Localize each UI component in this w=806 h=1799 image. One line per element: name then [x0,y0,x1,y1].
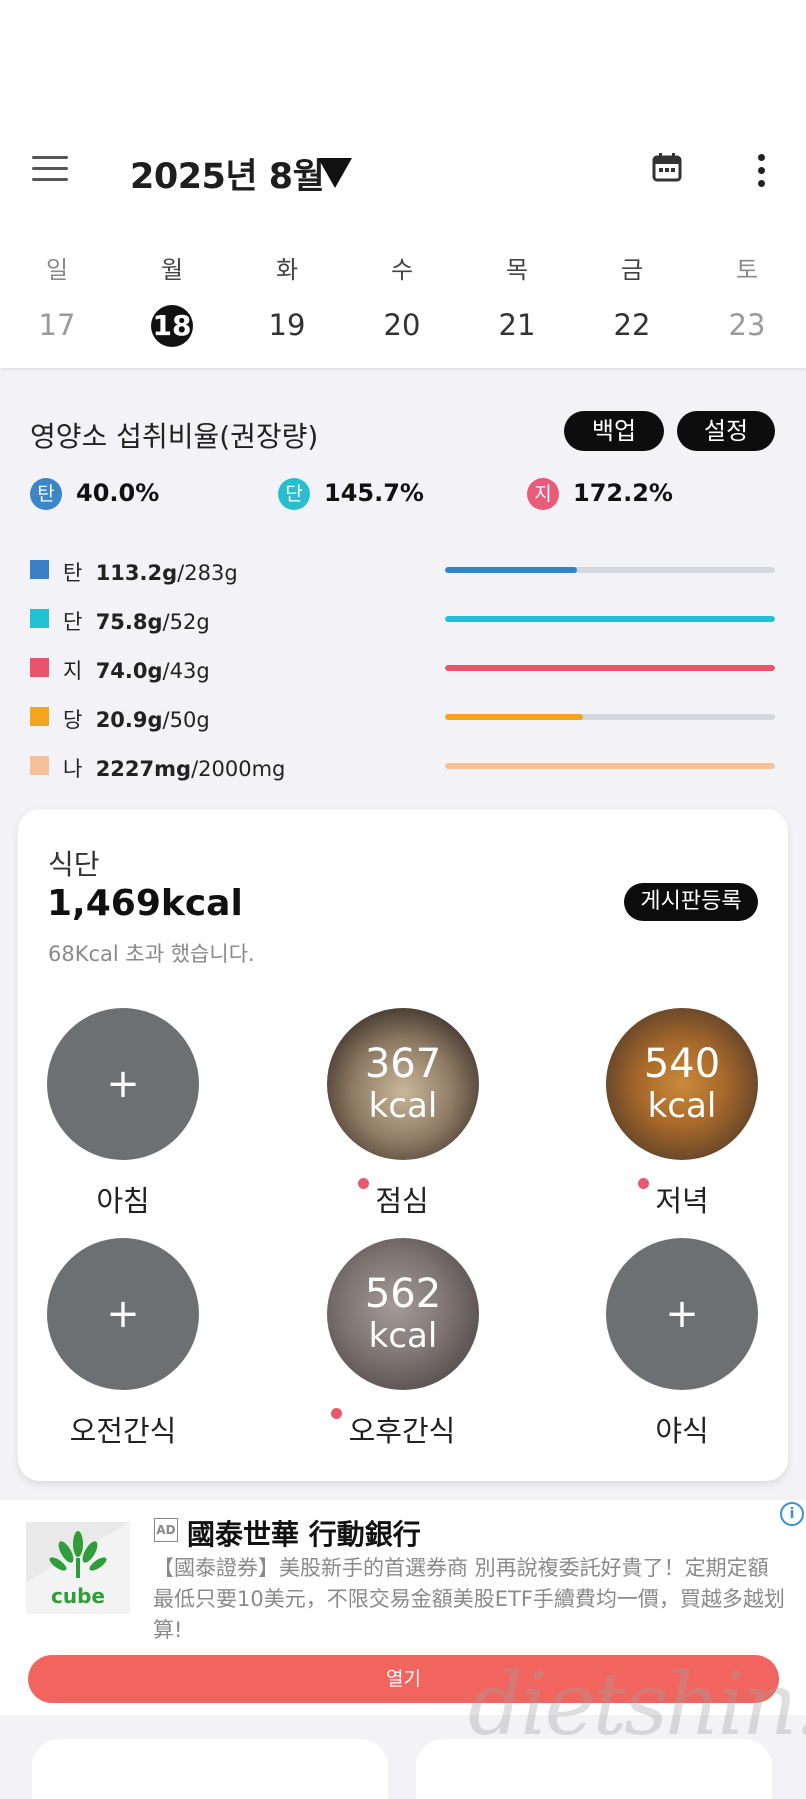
date-19[interactable]: 19 [257,308,317,342]
meal-label-late-snack: 야식 [655,1414,709,1448]
lunch-photo-button[interactable]: 367 kcal [327,1008,479,1160]
weekday-wed: 수 [390,256,414,284]
date-selected[interactable]: 18 [151,305,193,347]
settings-button[interactable]: 설정 [677,411,775,451]
lunch-kcal-value: 367 [364,1041,442,1087]
sugar-progress-fill [445,714,583,720]
date-22[interactable]: 22 [602,308,662,342]
bottom-card-left [32,1739,388,1799]
weekday-sun: 일 [45,256,69,284]
protein-progress-fill [445,616,775,622]
protein-color-square [30,609,49,628]
carb-row-label: 탄 113.2g/283g [63,561,238,585]
afternoon-snack-kcal-unit: kcal [368,1316,438,1356]
date-21[interactable]: 21 [487,308,547,342]
sugar-row-label: 당 20.9g/50g [63,708,210,732]
fat-color-square [30,658,49,677]
carb-ratio: 40.0% [76,479,160,507]
protein-ratio: 145.7% [324,479,424,507]
board-register-button[interactable]: 게시판등록 [624,883,758,921]
sugar-progress-bar [445,714,775,720]
sugar-color-square [30,707,49,726]
carb-badge: 탄 [30,478,62,510]
date-20[interactable]: 20 [372,308,432,342]
ad-body-text[interactable]: 【國泰證券】美股新手的首選券商 別再說複委託好貴了！定期定額最低只要10美元，不… [153,1553,785,1646]
ad-title[interactable]: 國泰世華 行動銀行 [187,1513,421,1553]
fat-badge: 지 [527,478,559,510]
lunch-kcal-unit: kcal [368,1086,438,1126]
protein-row-label: 단 75.8g/52g [63,610,210,634]
dinner-kcal-unit: kcal [647,1086,717,1126]
logo-text: cube [51,1584,105,1608]
nutrient-ratio-title: 영양소 섭취비율(권장량) [30,420,319,453]
calendar-icon[interactable] [652,152,682,182]
diet-total-kcal: 1,469kcal [47,883,243,924]
meal-label-morning-snack: 오전간식 [69,1414,177,1448]
carb-progress-fill [445,567,577,573]
carb-color-square [30,560,49,579]
cube-logo: cube [26,1522,130,1614]
plus-icon: + [106,1061,140,1107]
afternoon-snack-kcal-value: 562 [364,1271,442,1317]
fat-row-label: 지 74.0g/43g [63,659,210,683]
protein-badge: 단 [278,478,310,510]
plus-icon: + [665,1291,699,1337]
carb-progress-bar [445,567,775,573]
morning-snack-add-button[interactable]: + [47,1238,199,1390]
sodium-progress-bar [445,763,775,769]
date-23[interactable]: 23 [717,308,777,342]
meal-label-lunch: 점심 [375,1184,429,1218]
weekday-tue: 화 [275,256,299,284]
diet-title: 식단 [48,848,100,881]
info-icon[interactable]: i [780,1502,804,1526]
meal-label-afternoon-snack: 오후간식 [348,1414,456,1448]
sodium-row-label: 나 2227mg/2000mg [63,757,286,781]
fat-ratio: 172.2% [573,479,673,507]
breakfast-add-button[interactable]: + [47,1008,199,1160]
weekday-fri: 금 [620,256,644,284]
date-17[interactable]: 17 [27,308,87,342]
ad-label-badge: AD [154,1518,178,1542]
hamburger-menu-icon[interactable] [32,156,68,182]
dinner-photo-button[interactable]: 540 kcal [606,1008,758,1160]
plus-icon: + [106,1291,140,1337]
meal-label-breakfast: 아침 [96,1184,150,1218]
backup-button[interactable]: 백업 [564,411,664,451]
late-snack-add-button[interactable]: + [606,1238,758,1390]
fat-progress-bar [445,665,775,671]
meal-label-dinner: 저녁 [655,1184,709,1218]
sodium-color-square [30,756,49,775]
protein-progress-bar [445,616,775,622]
weekday-sat: 토 [735,256,759,284]
more-vertical-icon[interactable] [756,154,766,187]
sodium-progress-fill [445,763,775,769]
diet-over-note: 68Kcal 초과 했습니다. [48,942,255,966]
weekday-mon: 월 [160,256,184,284]
fat-progress-fill [445,665,775,671]
dinner-kcal-value: 540 [643,1041,721,1087]
bottom-card-right [416,1739,772,1799]
weekday-thu: 목 [505,256,529,284]
afternoon-snack-photo-button[interactable]: 562 kcal [327,1238,479,1390]
dropdown-caret-icon[interactable] [318,158,352,188]
month-title[interactable]: 2025년 8월 [130,148,325,199]
